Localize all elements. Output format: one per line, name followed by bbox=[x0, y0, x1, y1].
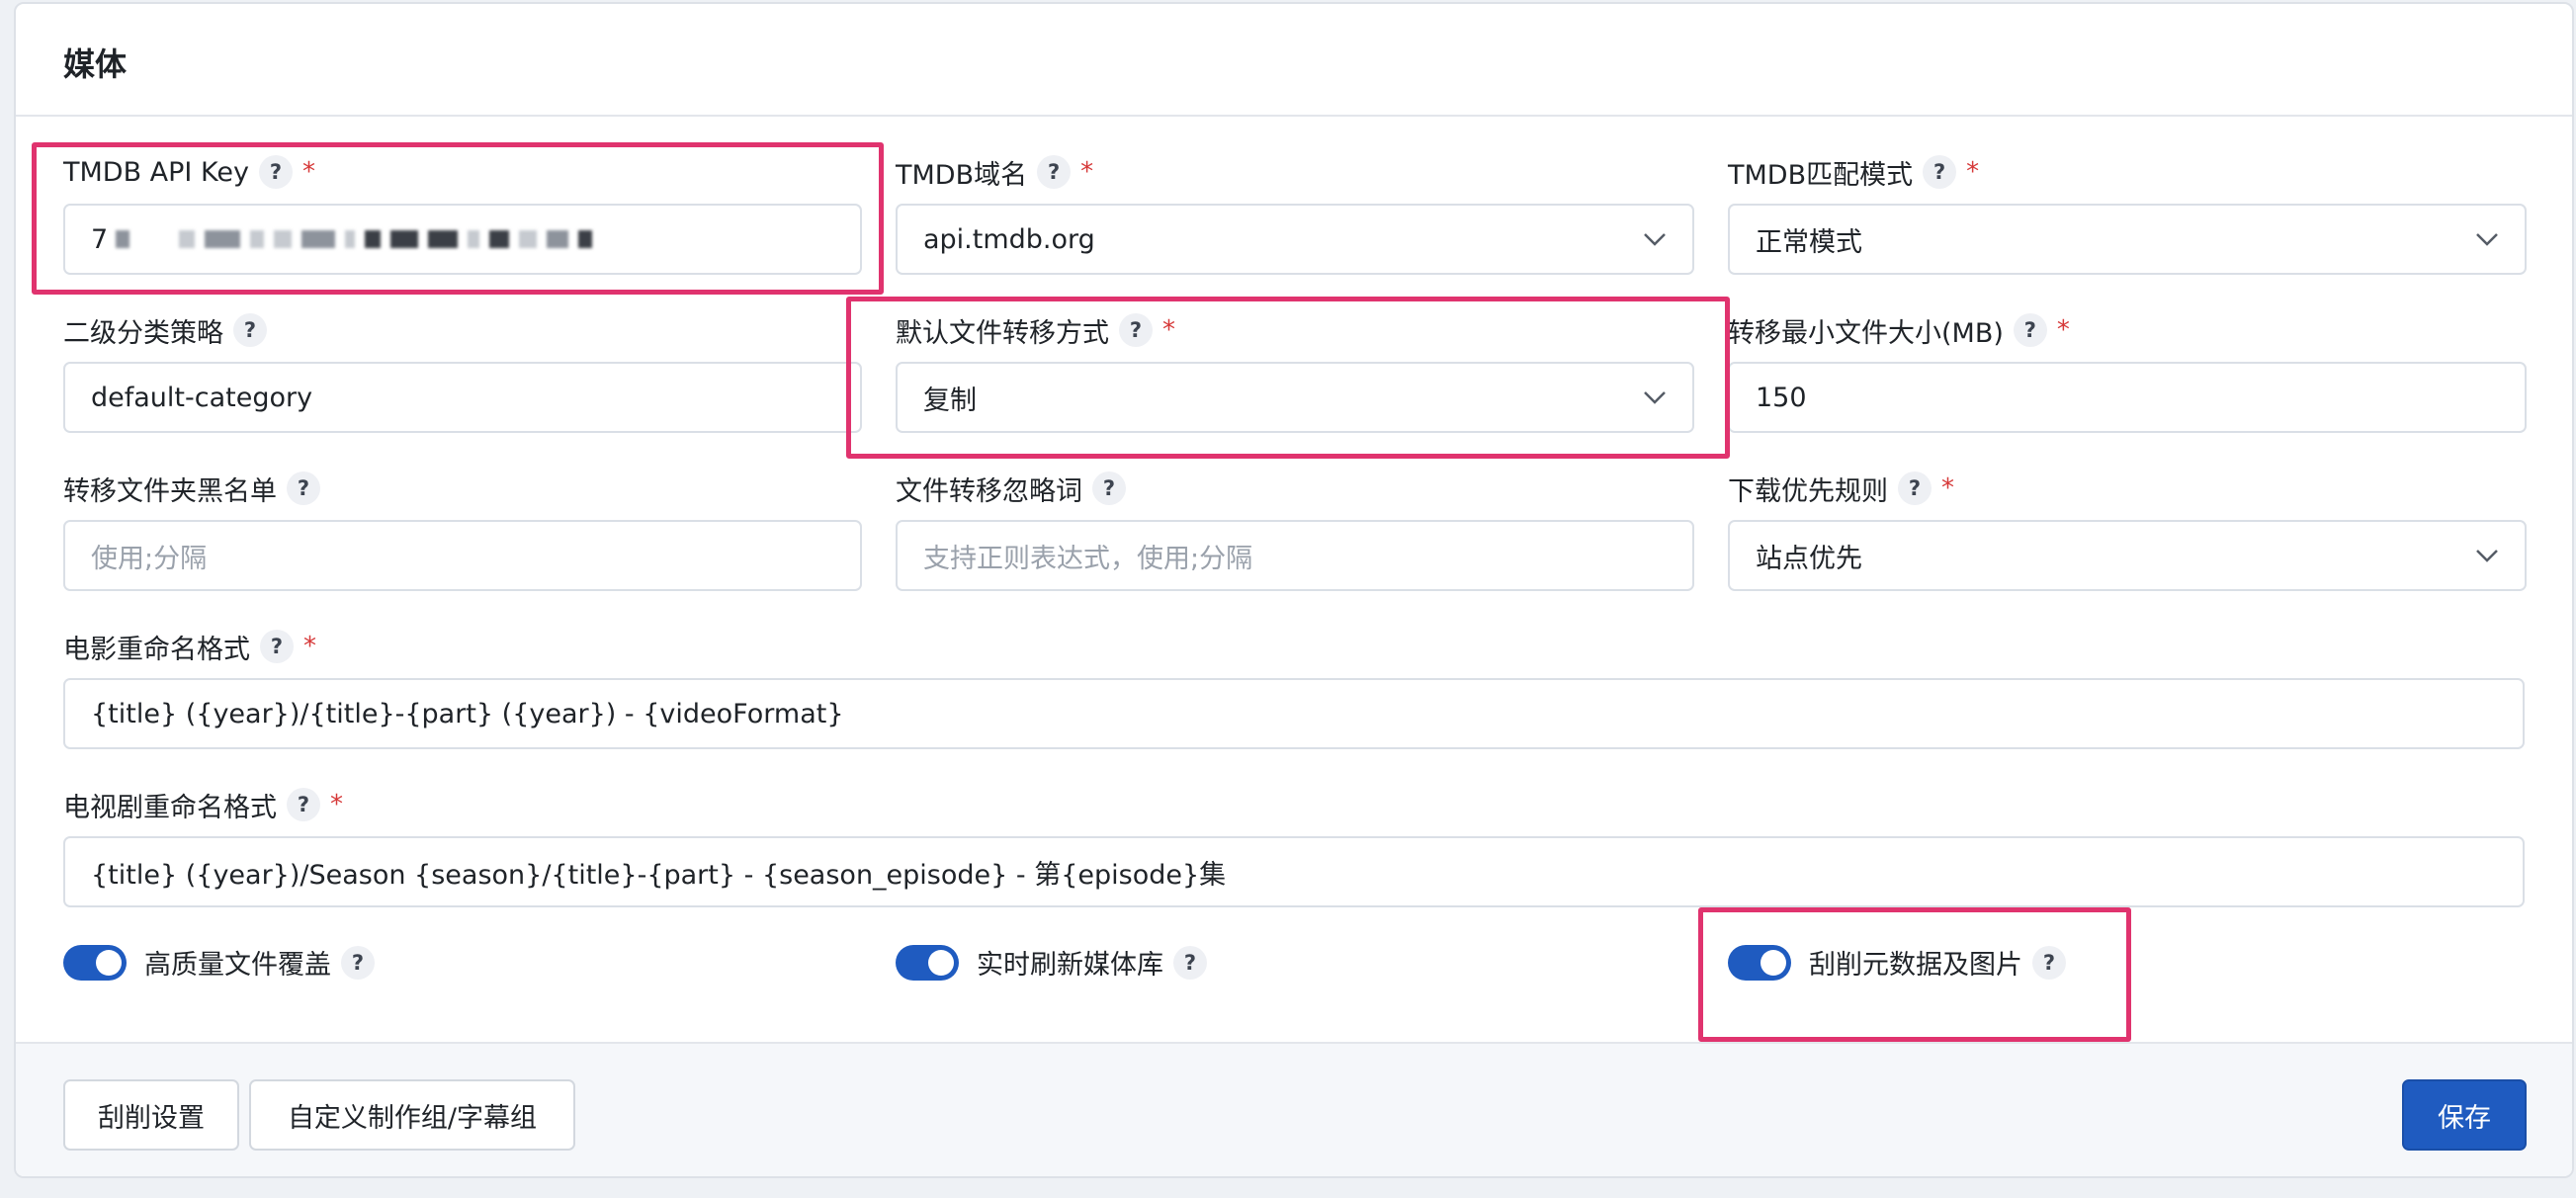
required-asterisk: * bbox=[1966, 157, 1980, 187]
tmdb-domain-select[interactable]: api.tmdb.org bbox=[896, 204, 1694, 275]
field-label: 转移最小文件大小(MB) bbox=[1728, 317, 2004, 349]
required-asterisk: * bbox=[303, 632, 316, 661]
help-icon[interactable]: ? bbox=[1092, 471, 1126, 505]
help-icon[interactable]: ? bbox=[341, 945, 375, 980]
field-label: 默认文件转移方式 bbox=[896, 317, 1109, 349]
input-placeholder: 支持正则表达式，使用;分隔 bbox=[923, 543, 1253, 574]
help-icon[interactable]: ? bbox=[1037, 155, 1072, 189]
chevron-down-icon bbox=[2476, 233, 2498, 246]
select-value: 复制 bbox=[923, 385, 977, 416]
tmdb-api-key-label-row: TMDB API Key ? * bbox=[63, 152, 315, 192]
tmdb-domain-label-row: TMDB域名 ? * bbox=[896, 152, 1093, 192]
help-icon[interactable]: ? bbox=[233, 313, 267, 347]
help-icon[interactable]: ? bbox=[287, 788, 320, 821]
help-icon[interactable]: ? bbox=[2013, 313, 2047, 347]
field-label: 电影重命名格式 bbox=[63, 634, 250, 665]
scrape-metadata-toggle[interactable] bbox=[1728, 944, 1791, 981]
help-icon[interactable]: ? bbox=[1173, 945, 1207, 980]
toggle-knob bbox=[928, 949, 954, 976]
folder-blacklist-label-row: 转移文件夹黑名单 ? bbox=[63, 469, 320, 508]
tv-rename-input[interactable]: {title} ({year})/Season {season}/{title}… bbox=[63, 836, 2525, 907]
field-label: 二级分类策略 bbox=[63, 317, 223, 349]
ignore-words-label-row: 文件转移忽略词 ? bbox=[896, 469, 1126, 508]
chevron-down-icon bbox=[1644, 233, 1666, 246]
toggle-row-scrape-metadata: 刮削元数据及图片 ? bbox=[1728, 943, 2066, 982]
toggle-knob bbox=[1760, 949, 1786, 976]
help-icon[interactable]: ? bbox=[1898, 471, 1932, 505]
media-settings-card: 媒体 TMDB API Key ? * 7 TMDB域名 ? * api.tmd… bbox=[14, 2, 2574, 1178]
field-label: TMDB API Key bbox=[63, 156, 249, 188]
toggle-label: 实时刷新媒体库 bbox=[977, 950, 1163, 981]
field-label: 电视剧重命名格式 bbox=[63, 792, 277, 823]
help-icon[interactable]: ? bbox=[258, 155, 293, 189]
required-asterisk: * bbox=[1941, 473, 1954, 503]
high-quality-overwrite-toggle[interactable] bbox=[63, 944, 127, 981]
required-asterisk: * bbox=[301, 157, 315, 187]
secondary-category-label-row: 二级分类策略 ? bbox=[63, 310, 267, 350]
ignore-words-input[interactable]: 支持正则表达式，使用;分隔 bbox=[896, 520, 1694, 591]
toggle-knob bbox=[96, 949, 122, 976]
min-file-size-label-row: 转移最小文件大小(MB) ? * bbox=[1728, 310, 2070, 350]
custom-groups-button[interactable]: 自定义制作组/字幕组 bbox=[249, 1079, 575, 1151]
chevron-down-icon bbox=[1644, 391, 1666, 404]
api-key-value: 7 bbox=[91, 223, 109, 255]
input-value: {title} ({year})/{title}-{part} ({year})… bbox=[91, 698, 844, 729]
movie-rename-label-row: 电影重命名格式 ? * bbox=[63, 627, 316, 666]
field-label: TMDB匹配模式 bbox=[1728, 159, 1914, 191]
movie-rename-input[interactable]: {title} ({year})/{title}-{part} ({year})… bbox=[63, 678, 2525, 749]
download-priority-select[interactable]: 站点优先 bbox=[1728, 520, 2527, 591]
help-icon[interactable]: ? bbox=[1923, 155, 1957, 189]
min-file-size-input[interactable]: 150 bbox=[1728, 362, 2527, 433]
input-value: 150 bbox=[1756, 382, 1807, 413]
required-asterisk: * bbox=[330, 790, 343, 819]
chevron-down-icon bbox=[2476, 550, 2498, 562]
default-transfer-select[interactable]: 复制 bbox=[896, 362, 1694, 433]
scrape-settings-button[interactable]: 刮削设置 bbox=[63, 1079, 239, 1151]
section-title: 媒体 bbox=[63, 45, 128, 83]
tv-rename-label-row: 电视剧重命名格式 ? * bbox=[63, 785, 343, 824]
toggle-row-high-quality: 高质量文件覆盖 ? bbox=[63, 943, 375, 982]
required-asterisk: * bbox=[1080, 157, 1094, 187]
required-asterisk: * bbox=[2056, 315, 2070, 345]
toggle-label: 高质量文件覆盖 bbox=[144, 950, 331, 981]
card-footer: 刮削设置 自定义制作组/字幕组 保存 bbox=[16, 1042, 2572, 1176]
redacted-key-blur bbox=[116, 230, 602, 248]
toggle-row-refresh-library: 实时刷新媒体库 ? bbox=[896, 943, 1207, 982]
input-placeholder: 使用;分隔 bbox=[91, 543, 208, 574]
help-icon[interactable]: ? bbox=[287, 471, 320, 505]
field-label: TMDB域名 bbox=[896, 159, 1028, 191]
tmdb-match-mode-label-row: TMDB匹配模式 ? * bbox=[1728, 152, 1979, 192]
secondary-category-input[interactable]: default-category bbox=[63, 362, 862, 433]
field-label: 文件转移忽略词 bbox=[896, 475, 1082, 507]
toggle-label: 刮削元数据及图片 bbox=[1809, 950, 2022, 981]
save-button[interactable]: 保存 bbox=[2402, 1079, 2527, 1151]
help-icon[interactable]: ? bbox=[1119, 313, 1153, 347]
select-value: api.tmdb.org bbox=[923, 223, 1095, 255]
select-value: 正常模式 bbox=[1756, 226, 1862, 258]
tmdb-match-mode-select[interactable]: 正常模式 bbox=[1728, 204, 2527, 275]
select-value: 站点优先 bbox=[1756, 543, 1862, 574]
input-value: {title} ({year})/Season {season}/{title}… bbox=[91, 859, 1227, 891]
field-label: 下载优先规则 bbox=[1728, 475, 1888, 507]
input-value: default-category bbox=[91, 382, 313, 413]
card-header: 媒体 bbox=[16, 4, 2572, 117]
field-label: 转移文件夹黑名单 bbox=[63, 475, 277, 507]
default-transfer-label-row: 默认文件转移方式 ? * bbox=[896, 310, 1175, 350]
help-icon[interactable]: ? bbox=[260, 630, 294, 663]
tmdb-api-key-input[interactable]: 7 bbox=[63, 204, 862, 275]
download-priority-label-row: 下载优先规则 ? * bbox=[1728, 469, 1954, 508]
folder-blacklist-input[interactable]: 使用;分隔 bbox=[63, 520, 862, 591]
realtime-refresh-library-toggle[interactable] bbox=[896, 944, 959, 981]
help-icon[interactable]: ? bbox=[2032, 945, 2066, 980]
required-asterisk: * bbox=[1162, 315, 1175, 345]
